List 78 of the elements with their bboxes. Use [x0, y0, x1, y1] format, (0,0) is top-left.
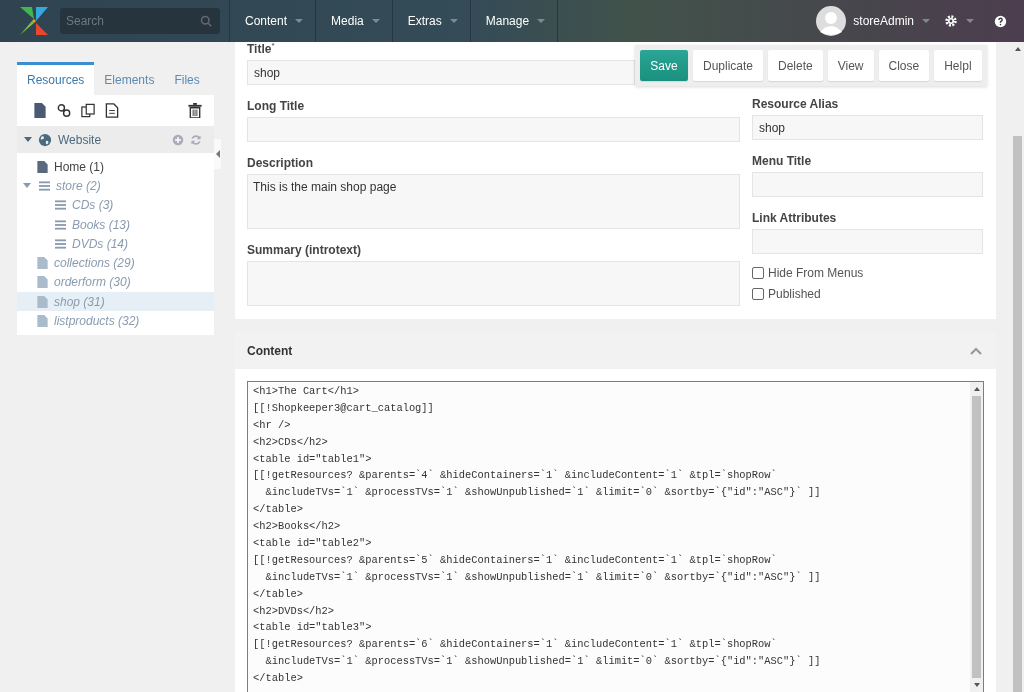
code-line: [[!getResources? &parents=`5` &hideContainers=`1` &includeContent=`1` &tpl=`shopRow` — [253, 552, 778, 568]
code-line: <table id="table3"> — [253, 620, 373, 636]
chevron-icon[interactable] — [970, 347, 982, 355]
search-icon — [200, 15, 212, 27]
code-line: <table id="table2"> — [253, 536, 373, 551]
toolbar-button[interactable]: Delete — [768, 50, 823, 81]
code-line: </table> — [253, 586, 304, 602]
code-line: <hr /> — [253, 417, 292, 433]
document-icon — [37, 295, 48, 308]
code-line: [[!getResources? &parents=`6` &hideContainers=`1` &includeContent=`1` &tpl=`shopRow` — [253, 637, 778, 653]
expand-icon — [24, 137, 32, 142]
list-icon — [55, 218, 66, 231]
input-field[interactable]: shop — [247, 60, 635, 85]
list-icon — [55, 237, 66, 250]
tree-item[interactable]: Home (1) — [17, 157, 214, 177]
toolbar-button[interactable]: Close — [878, 50, 930, 81]
code-line: [[!Shopkeeper3@cart_catalog]] — [253, 400, 435, 416]
field-label: Summary (introtext) — [247, 243, 362, 258]
field-label: Resource Alias — [752, 97, 839, 112]
input-field[interactable]: shop — [752, 115, 983, 140]
checkbox[interactable] — [752, 287, 764, 300]
user-menu[interactable]: storeAdmin — [853, 14, 930, 28]
panel-title: Content — [247, 344, 294, 358]
toolbar-button[interactable]: View — [827, 50, 874, 81]
caret-icon — [295, 19, 304, 23]
checkbox[interactable] — [752, 266, 764, 279]
field-label: Link Attributes — [752, 211, 837, 226]
toolbar-button[interactable]: Duplicate — [693, 50, 764, 81]
code-line: <table id="table1"> — [253, 451, 373, 467]
document-icon[interactable] — [105, 103, 119, 118]
checkbox-label: Published — [768, 286, 821, 301]
trash-icon[interactable] — [188, 103, 202, 118]
code-editor[interactable] — [247, 381, 984, 692]
avatar-icon[interactable] — [816, 6, 847, 36]
help-icon[interactable] — [994, 14, 1007, 28]
new-document-icon[interactable] — [33, 103, 47, 118]
code-line: &includeTVs=`1` &processTVs=`1` &showUnpublished=`1` &limit=`0` &sortby=`{"id":"ASC"}` ]] — [264, 654, 822, 670]
tree-root-label: Website — [58, 132, 102, 147]
logo-icon[interactable] — [18, 5, 50, 37]
document-icon — [37, 257, 48, 270]
caret-icon — [371, 19, 380, 23]
field-label: Title$^{*}$ — [247, 42, 275, 57]
code-line: <h1>The Cart</h1> — [253, 384, 360, 399]
field-label: Description — [247, 156, 313, 171]
checkbox-label: Hide From Menus — [768, 265, 864, 280]
input-field[interactable] — [752, 172, 983, 197]
list-icon — [55, 199, 66, 212]
caret-icon — [537, 19, 546, 23]
settings-icon — [944, 14, 958, 28]
caret-icon — [966, 19, 974, 23]
input-field[interactable] — [247, 117, 740, 142]
toolbar-button[interactable]: Helpl — [934, 50, 982, 81]
code-line: &includeTVs=`1` &processTVs=`1` &showUnpublished=`1` &limit=`0` &sortby=`{"id":"ASC"}` ]] — [264, 485, 822, 501]
input-field[interactable] — [752, 229, 983, 254]
search-field[interactable]: Search — [60, 8, 220, 34]
code-line: <h2>DVDs</h2> — [253, 603, 336, 619]
code-line: </table> — [253, 502, 304, 518]
document-icon — [37, 276, 48, 289]
scrollbar[interactable] — [970, 382, 983, 692]
list-icon — [39, 179, 50, 192]
caret-icon — [922, 19, 930, 23]
field-label: Menu Title — [752, 154, 812, 169]
collapse-handle[interactable] — [214, 139, 221, 169]
copy-icon[interactable] — [81, 103, 95, 118]
document-icon — [37, 315, 48, 327]
field-label: Long Title — [247, 99, 305, 114]
sidebar-tab[interactable]: Resources — [17, 62, 95, 95]
code-line: <h2>CDs</h2> — [253, 434, 329, 450]
settings-button[interactable] — [944, 14, 974, 28]
text-area[interactable]: This is the main shop page — [247, 174, 740, 229]
code-line: </table> — [253, 671, 304, 687]
caret-icon — [449, 19, 458, 23]
document-icon — [37, 160, 48, 173]
link-icon[interactable] — [57, 103, 71, 118]
globe-icon — [38, 132, 52, 147]
code-line: &includeTVs=`1` &processTVs=`1` &showUnpublished=`1` &limit=`0` &sortby=`{"id":"ASC"}` ]] — [264, 569, 822, 585]
code-line: <h2>Books</h2> — [253, 519, 342, 535]
code-line: [[!getResources? &parents=`4` &hideContainers=`1` &includeContent=`1` &tpl=`shopRow` — [253, 468, 778, 484]
